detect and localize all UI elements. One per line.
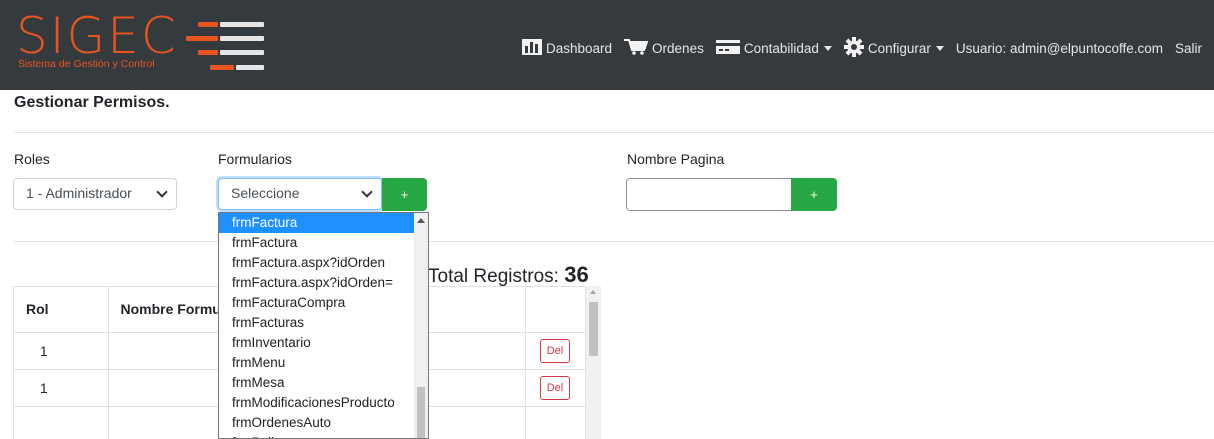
dropdown-option[interactable]: frmFactura.aspx?idOrden=	[219, 273, 428, 293]
divider	[14, 132, 1214, 133]
add-formulario-button[interactable]: +	[382, 178, 427, 211]
formularios-select-value: Seleccione	[231, 185, 300, 201]
table-scrollbar[interactable]	[586, 286, 601, 439]
nombre-pagina-label: Nombre Pagina	[627, 151, 725, 167]
dropdown-option[interactable]: frmFactura	[219, 213, 428, 233]
scroll-thumb[interactable]	[589, 302, 598, 356]
dropdown-option[interactable]: frmPolizas	[219, 433, 428, 438]
dropdown-option[interactable]: frmModificacionesProducto	[219, 393, 428, 413]
formularios-label: Formularios	[218, 151, 292, 167]
page-title: Gestionar Permisos.	[14, 94, 170, 111]
delete-button[interactable]: Del	[539, 375, 571, 400]
chevron-down-icon	[361, 186, 373, 198]
logo-bars-icon	[186, 20, 264, 76]
scroll-up-icon[interactable]	[590, 290, 596, 294]
formularios-dropdown-list[interactable]: frmFactura frmFactura frmFactura.aspx?id…	[218, 212, 429, 439]
caret-down-icon	[823, 45, 832, 51]
cell-empty	[426, 332, 526, 370]
bar-chart-icon	[522, 38, 542, 58]
dropdown-scrollbar[interactable]	[414, 213, 428, 438]
nav-ordenes-label: Ordenes	[652, 40, 704, 56]
logo-subtitle: Sistema de Gestión y Control	[18, 58, 155, 70]
cell-empty	[426, 369, 526, 407]
cart-icon	[624, 38, 649, 58]
delete-button[interactable]: Del	[539, 338, 571, 363]
cell-rol: 1	[14, 332, 109, 370]
nav-configurar[interactable]: Configurar	[843, 36, 944, 60]
gear-icon	[843, 36, 864, 60]
scroll-up-icon[interactable]	[417, 218, 425, 223]
dropdown-option[interactable]: frmFactura	[219, 233, 428, 253]
cell-rol	[14, 406, 109, 439]
col-action	[525, 287, 586, 333]
cell-rol: 1	[14, 369, 109, 407]
cell-action	[525, 406, 586, 439]
total-label: Total Registros:	[428, 266, 559, 287]
nav-menu: Dashboard Ordenes Contabilidad Configura…	[510, 36, 1202, 60]
caret-down-icon	[935, 45, 944, 51]
logo-title: SIGEC	[16, 7, 178, 65]
dropdown-option[interactable]: frmFacturaCompra	[219, 293, 428, 313]
total-registros: Total Registros: 36	[428, 262, 589, 288]
dropdown-option[interactable]: frmMesa	[219, 373, 428, 393]
formularios-select[interactable]: Seleccione	[218, 178, 382, 210]
cell-empty	[426, 406, 526, 439]
nav-ordenes[interactable]: Ordenes	[624, 38, 704, 58]
dropdown-option[interactable]: frmFacturas	[219, 313, 428, 333]
divider	[14, 241, 1214, 242]
dropdown-option[interactable]: frmInventario	[219, 333, 428, 353]
nav-contabilidad-label: Contabilidad	[743, 40, 819, 56]
sigec-logo[interactable]: SIGEC Sistema de Gestión y Control	[16, 7, 264, 76]
credit-card-icon	[715, 39, 740, 58]
scroll-thumb[interactable]	[417, 387, 425, 438]
roles-select-value: 1 - Administrador	[26, 185, 132, 201]
col-rol: Rol	[14, 287, 109, 333]
total-count: 36	[564, 262, 589, 287]
nav-dashboard-label: Dashboard	[546, 40, 613, 56]
nav-usuario: Usuario: admin@elpuntocoffe.com	[955, 40, 1163, 56]
nav-salir[interactable]: Salir	[1175, 41, 1202, 56]
col-empty	[426, 287, 526, 333]
roles-select[interactable]: 1 - Administrador	[13, 178, 177, 210]
nav-configurar-label: Configurar	[867, 40, 931, 56]
navbar: SIGEC Sistema de Gestión y Control Dashb…	[0, 0, 1214, 90]
nav-dashboard[interactable]: Dashboard	[522, 38, 613, 58]
roles-label: Roles	[14, 151, 50, 167]
dropdown-option[interactable]: frmMenu	[219, 353, 428, 373]
dropdown-option[interactable]: frmOrdenesAuto	[219, 413, 428, 433]
nav-contabilidad[interactable]: Contabilidad	[715, 39, 832, 58]
nombre-pagina-input[interactable]	[626, 178, 792, 211]
add-pagina-button[interactable]: +	[791, 178, 837, 211]
chevron-down-icon	[156, 186, 168, 198]
dropdown-option[interactable]: frmFactura.aspx?idOrden	[219, 253, 428, 273]
